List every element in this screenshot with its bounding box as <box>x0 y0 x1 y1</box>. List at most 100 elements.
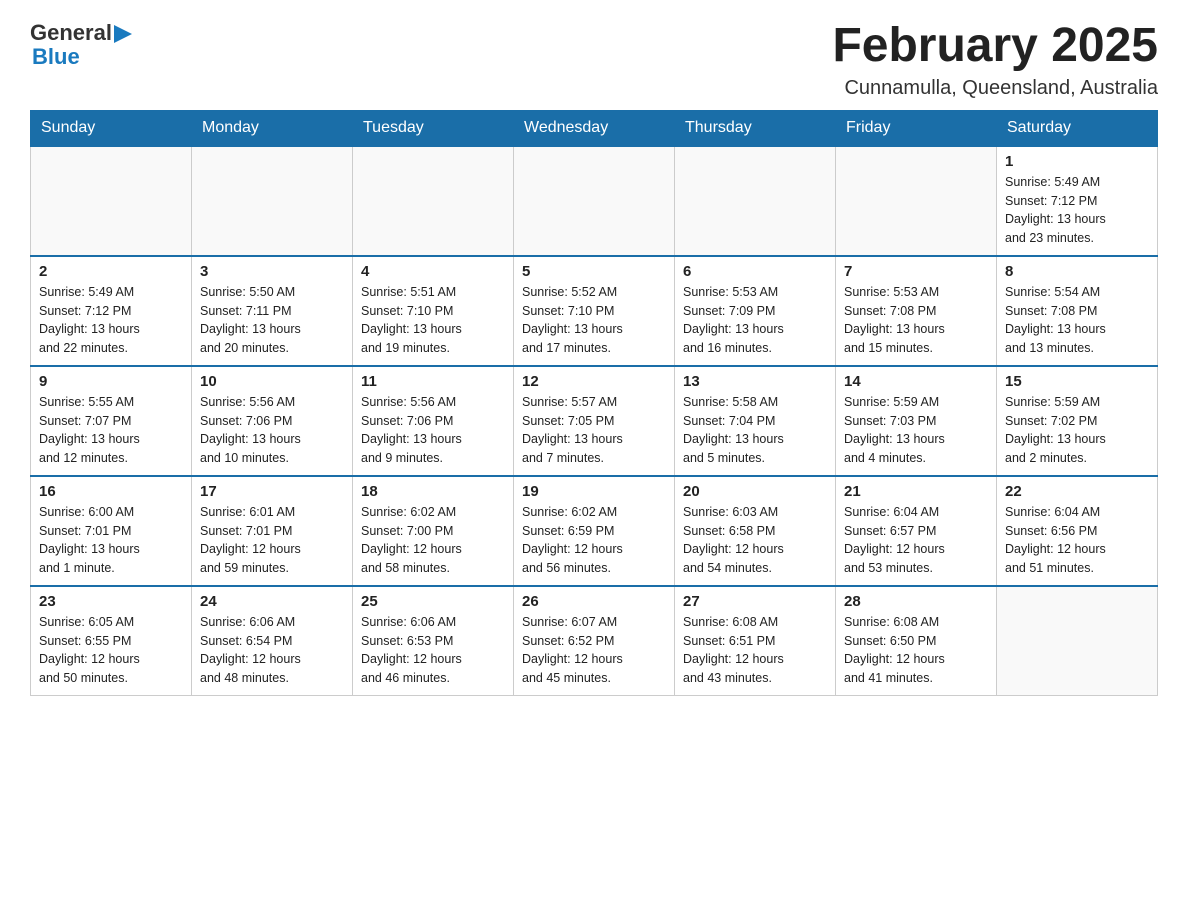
day-of-week-thursday: Thursday <box>675 110 836 146</box>
day-number: 27 <box>683 593 827 610</box>
calendar-cell <box>997 586 1158 696</box>
day-of-week-monday: Monday <box>192 110 353 146</box>
calendar-cell: 26Sunrise: 6:07 AMSunset: 6:52 PMDayligh… <box>514 586 675 696</box>
day-number: 22 <box>1005 483 1149 500</box>
day-of-week-wednesday: Wednesday <box>514 110 675 146</box>
day-number: 19 <box>522 483 666 500</box>
day-info: Sunrise: 5:54 AMSunset: 7:08 PMDaylight:… <box>1005 285 1106 355</box>
day-number: 16 <box>39 483 183 500</box>
day-number: 25 <box>361 593 505 610</box>
day-info: Sunrise: 5:55 AMSunset: 7:07 PMDaylight:… <box>39 395 140 465</box>
calendar-week-1: 1Sunrise: 5:49 AMSunset: 7:12 PMDaylight… <box>31 146 1158 256</box>
day-info: Sunrise: 6:02 AMSunset: 7:00 PMDaylight:… <box>361 505 462 575</box>
month-title: February 2025 <box>832 20 1158 73</box>
calendar-cell: 18 Sunrise: 6:02 AMSunset: 7:00 PMDayligh… <box>353 476 514 586</box>
day-number: 23 <box>39 593 183 610</box>
calendar-cell <box>514 146 675 256</box>
calendar-cell <box>675 146 836 256</box>
day-info: Sunrise: 5:50 AMSunset: 7:11 PMDaylight:… <box>200 285 301 355</box>
day-number: 18 <box>361 483 505 500</box>
day-number: 10 <box>200 373 344 390</box>
days-of-week-row: SundayMondayTuesdayWednesdayThursdayFrid… <box>31 110 1158 146</box>
logo-general-text: General <box>30 20 112 46</box>
logo-arrow-icon <box>114 25 132 43</box>
day-info: Sunrise: 6:00 AMSunset: 7:01 PMDaylight:… <box>39 505 140 575</box>
calendar-cell <box>353 146 514 256</box>
calendar-cell: 14Sunrise: 5:59 AMSunset: 7:03 PMDayligh… <box>836 366 997 476</box>
calendar-cell: 1Sunrise: 5:49 AMSunset: 7:12 PMDaylight… <box>997 146 1158 256</box>
day-info: Sunrise: 6:04 AMSunset: 6:56 PMDaylight:… <box>1005 505 1106 575</box>
day-number: 26 <box>522 593 666 610</box>
day-number: 12 <box>522 373 666 390</box>
calendar-cell: 25 Sunrise: 6:06 AMSunset: 6:53 PMDayligh… <box>353 586 514 696</box>
calendar-cell: 16 Sunrise: 6:00 AMSunset: 7:01 PMDayligh… <box>31 476 192 586</box>
calendar-cell: 5 Sunrise: 5:52 AMSunset: 7:10 PMDaylight… <box>514 256 675 366</box>
day-number: 13 <box>683 373 827 390</box>
day-info: Sunrise: 5:57 AMSunset: 7:05 PMDaylight:… <box>522 395 623 465</box>
day-number: 21 <box>844 483 988 500</box>
day-number: 15 <box>1005 373 1149 390</box>
calendar-cell: 22 Sunrise: 6:04 AMSunset: 6:56 PMDayligh… <box>997 476 1158 586</box>
calendar-body: 1 Sunrise: 5:49 AMSunset: 7:12 PMDaylight… <box>31 146 1158 696</box>
calendar-cell: 24 Sunrise: 6:06 AMSunset: 6:54 PMDayligh… <box>192 586 353 696</box>
day-info: Sunrise: 6:06 AMSunset: 6:53 PMDaylight:… <box>361 615 462 685</box>
day-info: Sunrise: 5:51 AMSunset: 7:10 PMDaylight:… <box>361 285 462 355</box>
day-number: 8 <box>1005 263 1149 280</box>
day-info: Sunrise: 5:52 AMSunset: 7:10 PMDaylight:… <box>522 285 623 355</box>
day-number: 2 <box>39 263 183 280</box>
calendar-cell: 2 Sunrise: 5:49 AMSunset: 7:12 PMDaylight… <box>31 256 192 366</box>
calendar-cell: 15 Sunrise: 5:59 AMSunset: 7:02 PMDayligh… <box>997 366 1158 476</box>
calendar-header: SundayMondayTuesdayWednesdayThursdayFrid… <box>31 110 1158 146</box>
day-of-week-saturday: Saturday <box>997 110 1158 146</box>
calendar-cell: 3 Sunrise: 5:50 AMSunset: 7:11 PMDaylight… <box>192 256 353 366</box>
day-number: 3 <box>200 263 344 280</box>
calendar-week-2: 2 Sunrise: 5:49 AMSunset: 7:12 PMDaylight… <box>31 256 1158 366</box>
day-number: 20 <box>683 483 827 500</box>
calendar-cell: 28 Sunrise: 6:08 AMSunset: 6:50 PMDayligh… <box>836 586 997 696</box>
day-info: Sunrise: 6:05 AMSunset: 6:55 PMDaylight:… <box>39 615 140 685</box>
calendar-cell <box>836 146 997 256</box>
day-number: 1 <box>1005 153 1149 170</box>
day-of-week-friday: Friday <box>836 110 997 146</box>
day-info: Sunrise: 5:49 AMSunset: 7:12 PMDaylight:… <box>39 285 140 355</box>
day-number: 9 <box>39 373 183 390</box>
day-number: 4 <box>361 263 505 280</box>
calendar-cell: 9 Sunrise: 5:55 AMSunset: 7:07 PMDaylight… <box>31 366 192 476</box>
day-number: 7 <box>844 263 988 280</box>
day-info: Sunrise: 5:56 AMSunset: 7:06 PMDaylight:… <box>200 395 301 465</box>
day-number: 28 <box>844 593 988 610</box>
day-number: 17 <box>200 483 344 500</box>
calendar-cell: 12 Sunrise: 5:57 AMSunset: 7:05 PMDayligh… <box>514 366 675 476</box>
calendar-cell: 17Sunrise: 6:01 AMSunset: 7:01 PMDayligh… <box>192 476 353 586</box>
day-info: Sunrise: 6:04 AMSunset: 6:57 PMDaylight:… <box>844 505 945 575</box>
day-of-week-sunday: Sunday <box>31 110 192 146</box>
day-info: Sunrise: 6:08 AMSunset: 6:50 PMDaylight:… <box>844 615 945 685</box>
calendar-cell <box>192 146 353 256</box>
day-info: Sunrise: 5:59 AMSunset: 7:02 PMDaylight:… <box>1005 395 1106 465</box>
day-info: Sunrise: 6:06 AMSunset: 6:54 PMDaylight:… <box>200 615 301 685</box>
day-number: 6 <box>683 263 827 280</box>
day-of-week-tuesday: Tuesday <box>353 110 514 146</box>
location-title: Cunnamulla, Queensland, Australia <box>832 77 1158 100</box>
day-number: 5 <box>522 263 666 280</box>
calendar-cell: 10 Sunrise: 5:56 AMSunset: 7:06 PMDayligh… <box>192 366 353 476</box>
calendar-cell: 11Sunrise: 5:56 AMSunset: 7:06 PMDayligh… <box>353 366 514 476</box>
calendar-cell: 6 Sunrise: 5:53 AMSunset: 7:09 PMDaylight… <box>675 256 836 366</box>
calendar-week-4: 16 Sunrise: 6:00 AMSunset: 7:01 PMDayligh… <box>31 476 1158 586</box>
title-block: February 2025 Cunnamulla, Queensland, Au… <box>832 20 1158 100</box>
calendar-week-5: 23 Sunrise: 6:05 AMSunset: 6:55 PMDayligh… <box>31 586 1158 696</box>
calendar-cell: 8 Sunrise: 5:54 AMSunset: 7:08 PMDaylight… <box>997 256 1158 366</box>
calendar-cell <box>31 146 192 256</box>
day-number: 14 <box>844 373 988 390</box>
calendar-cell: 13 Sunrise: 5:58 AMSunset: 7:04 PMDayligh… <box>675 366 836 476</box>
calendar-cell: 23 Sunrise: 6:05 AMSunset: 6:55 PMDayligh… <box>31 586 192 696</box>
day-number: 24 <box>200 593 344 610</box>
day-info: Sunrise: 6:08 AMSunset: 6:51 PMDaylight:… <box>683 615 784 685</box>
calendar-table: SundayMondayTuesdayWednesdayThursdayFrid… <box>30 110 1158 697</box>
day-info: Sunrise: 6:03 AMSunset: 6:58 PMDaylight:… <box>683 505 784 575</box>
day-info: Sunrise: 5:53 AMSunset: 7:09 PMDaylight:… <box>683 285 784 355</box>
page-header: General Blue February 2025 Cunnamulla, Q… <box>30 20 1158 100</box>
calendar-cell: 4 Sunrise: 5:51 AMSunset: 7:10 PMDaylight… <box>353 256 514 366</box>
day-info: Sunrise: 5:58 AMSunset: 7:04 PMDaylight:… <box>683 395 784 465</box>
day-info: Sunrise: 6:02 AMSunset: 6:59 PMDaylight:… <box>522 505 623 575</box>
